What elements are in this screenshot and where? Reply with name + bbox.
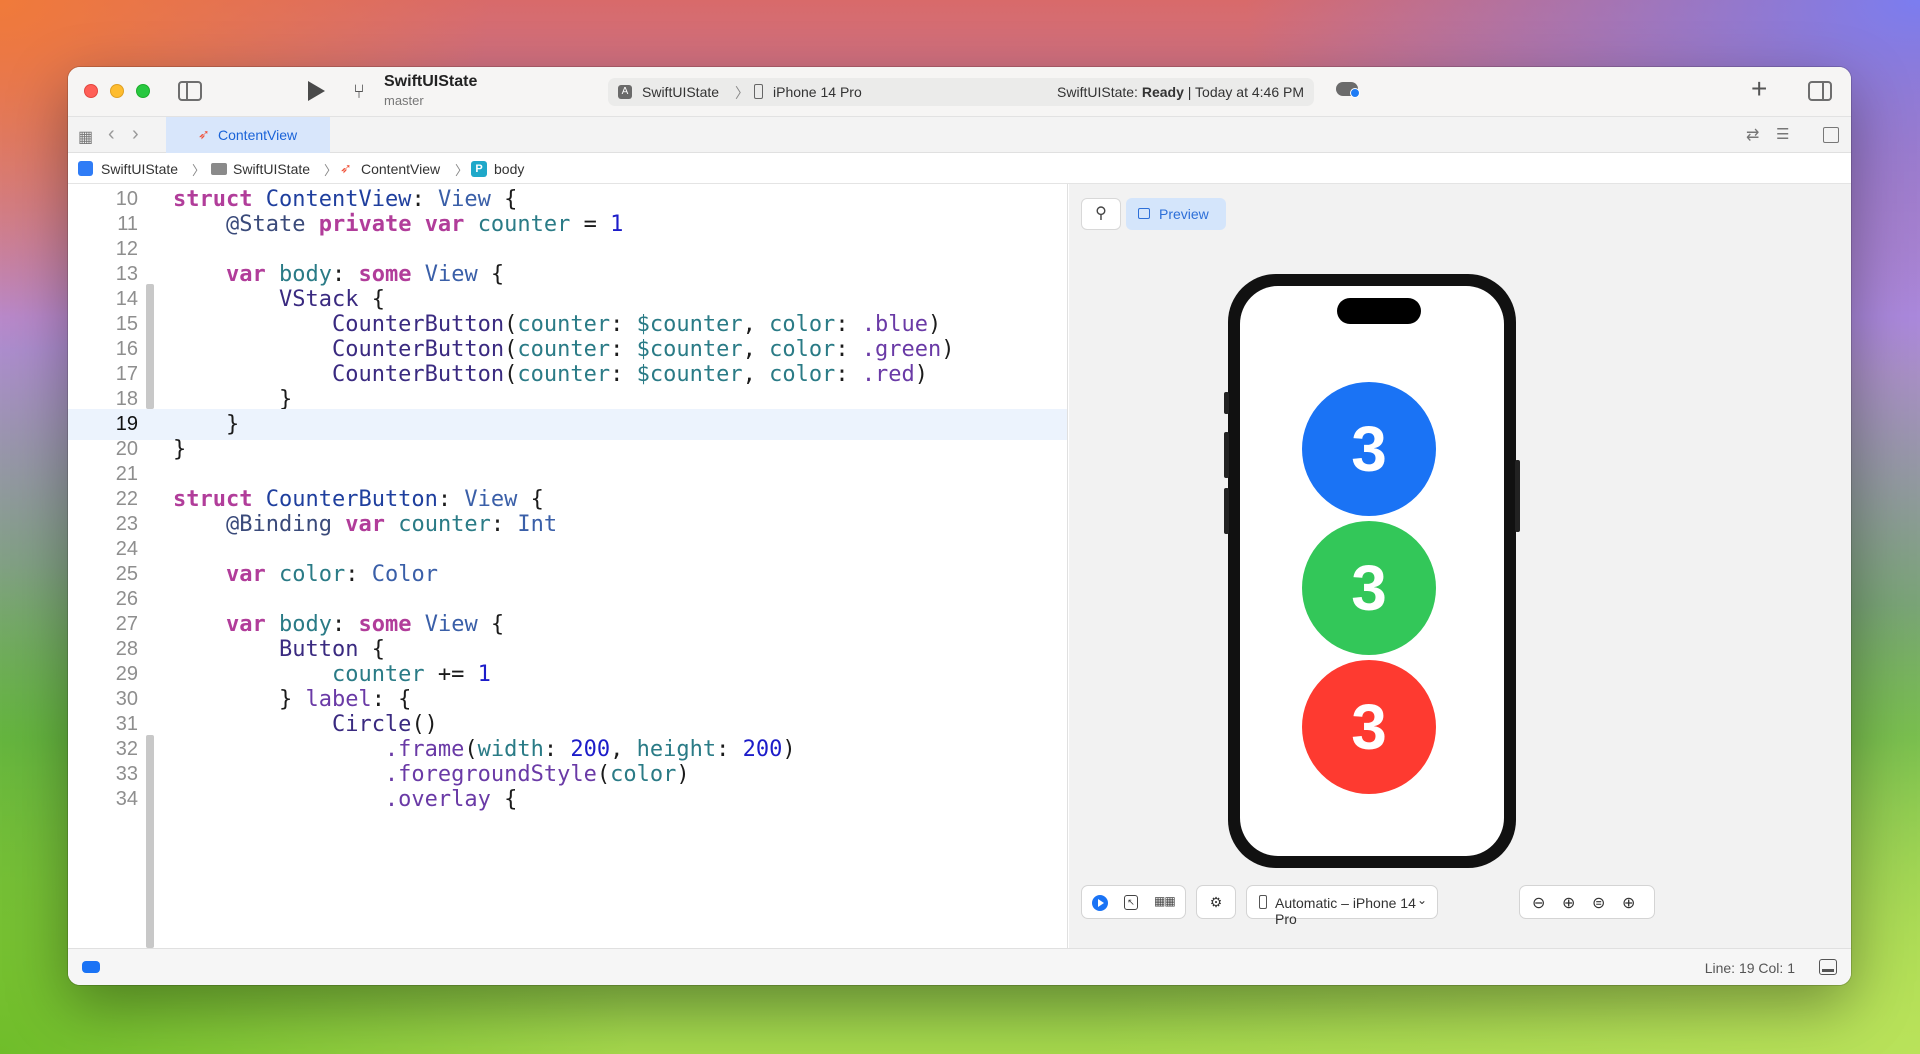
build-status: SwiftUIState: Ready | Today at 4:46 PM (1057, 84, 1304, 100)
breadcrumb-project[interactable]: SwiftUIState (101, 161, 178, 177)
source-editor[interactable]: 10 struct ContentView: View { 11 @State p… (68, 184, 1068, 948)
related-items-icon[interactable]: ▦ (78, 127, 93, 147)
preview-canvas: ⚲ Preview 3 3 3 ↖ ▦▦ ⚙ Automatic – iPhon… (1069, 184, 1851, 948)
variants-icon[interactable]: ▦▦ (1154, 894, 1176, 908)
branch-icon: ⑂ (353, 81, 365, 103)
counter-button-blue[interactable]: 3 (1302, 382, 1436, 516)
preview-label: Preview (1159, 206, 1209, 222)
cursor-position: Line: 19 Col: 1 (1704, 960, 1795, 976)
build-status-prefix: SwiftUIState: (1057, 84, 1142, 100)
code-token: .overlay (384, 787, 491, 812)
tab-contentview[interactable]: ➶ ContentView (166, 117, 330, 153)
zoom-out-icon[interactable]: ⊖ (1532, 893, 1545, 913)
cloud-icon[interactable] (1336, 82, 1360, 98)
xcode-window: ⑂ SwiftUIState master A SwiftUIState 〉 i… (68, 67, 1851, 985)
breadcrumb-symbol[interactable]: body (494, 161, 524, 177)
add-button[interactable]: + (1751, 73, 1767, 105)
line-number: 34 (115, 788, 138, 810)
build-status-ready: Ready (1141, 84, 1184, 100)
preview-mode-group: ↖ ▦▦ (1081, 885, 1186, 919)
iphone-frame: 3 3 3 (1224, 274, 1520, 868)
preview-icon (1138, 208, 1150, 219)
editor-mode-indicator[interactable] (82, 961, 100, 973)
zoom-fit-icon[interactable]: ⊕ (1562, 893, 1575, 913)
project-icon (78, 161, 93, 176)
activity-view: A SwiftUIState 〉 iPhone 14 Pro SwiftUISt… (608, 78, 1314, 106)
chevron-right-icon: 〉 (324, 163, 338, 178)
counter-button-green[interactable]: 3 (1302, 521, 1436, 655)
live-preview-icon[interactable] (1092, 895, 1108, 911)
editor-options-icon[interactable]: ☰ (1776, 125, 1789, 143)
canvas-settings-button[interactable]: ⚙ (1196, 885, 1236, 919)
status-bar: Line: 19 Col: 1 (68, 948, 1851, 985)
device-settings-icon: ⚙ (1209, 894, 1223, 910)
code-line[interactable]: 34 .overlay { (68, 784, 1067, 815)
iphone-icon (754, 84, 763, 99)
code-text: .overlay { (384, 787, 518, 812)
breadcrumb-file[interactable]: ContentView (361, 161, 440, 177)
zoom-in-icon[interactable]: ⊕ (1622, 893, 1635, 913)
project-name[interactable]: SwiftUIState (384, 73, 477, 91)
chevron-right-icon: 〉 (735, 85, 749, 101)
chevron-right-icon[interactable]: › (132, 123, 139, 146)
counter-button-red[interactable]: 3 (1302, 660, 1436, 794)
scheme-app-icon: A (618, 85, 632, 99)
split-editor-icon[interactable] (1823, 127, 1839, 143)
swap-icon[interactable]: ⇄ (1746, 125, 1759, 145)
swift-icon: ➶ (340, 160, 352, 176)
run-destination-selector[interactable]: iPhone 14 Pro (773, 84, 862, 100)
chevron-right-icon: 〉 (455, 163, 469, 178)
console-toggle-icon[interactable] (1819, 959, 1837, 975)
chevron-left-icon[interactable]: ‹ (108, 123, 115, 146)
sidebar-icon[interactable] (178, 81, 202, 101)
action-button (1224, 392, 1229, 414)
preview-device-label: Automatic – iPhone 14 Pro (1275, 895, 1416, 927)
power-button (1515, 460, 1520, 532)
preview-tab-button[interactable]: Preview (1126, 198, 1226, 230)
zoom-controls: ⊖ ⊕ ⊜ ⊕ (1519, 885, 1655, 919)
dynamic-island (1337, 298, 1421, 324)
build-status-time: | Today at 4:46 PM (1183, 84, 1304, 100)
tab-bar: ▦ ‹ › ➶ ContentView ⇄ ☰ (68, 117, 1851, 153)
volume-up-button (1224, 432, 1229, 478)
selectable-mode-icon[interactable]: ↖ (1124, 895, 1138, 910)
scheme-selector[interactable]: SwiftUIState (642, 84, 719, 100)
maximize-icon[interactable] (136, 84, 150, 98)
zoom-actual-icon[interactable]: ⊜ (1592, 893, 1605, 913)
chevron-right-icon: 〉 (192, 163, 206, 178)
property-icon: P (471, 161, 487, 177)
breadcrumb: SwiftUIState 〉 SwiftUIState 〉 ➶ ContentV… (68, 153, 1851, 184)
titlebar: ⑂ SwiftUIState master A SwiftUIState 〉 i… (68, 67, 1851, 117)
breadcrumb-folder[interactable]: SwiftUIState (233, 161, 310, 177)
tab-label: ContentView (218, 127, 298, 143)
iphone-icon (1259, 895, 1267, 909)
inspector-icon[interactable] (1808, 81, 1832, 101)
branch-name[interactable]: master (384, 93, 424, 108)
chevron-down-icon: ⌄ (1416, 893, 1427, 907)
close-icon[interactable] (84, 84, 98, 98)
minimize-icon[interactable] (110, 84, 124, 98)
folder-icon (211, 163, 227, 175)
swift-icon: ➶ (198, 126, 210, 142)
volume-down-button (1224, 488, 1229, 534)
preview-device-selector[interactable]: Automatic – iPhone 14 Pro ⌄ (1246, 885, 1438, 927)
play-icon[interactable] (308, 81, 325, 101)
pin-icon[interactable]: ⚲ (1081, 198, 1121, 230)
phone-screen: 3 3 3 (1240, 286, 1504, 856)
